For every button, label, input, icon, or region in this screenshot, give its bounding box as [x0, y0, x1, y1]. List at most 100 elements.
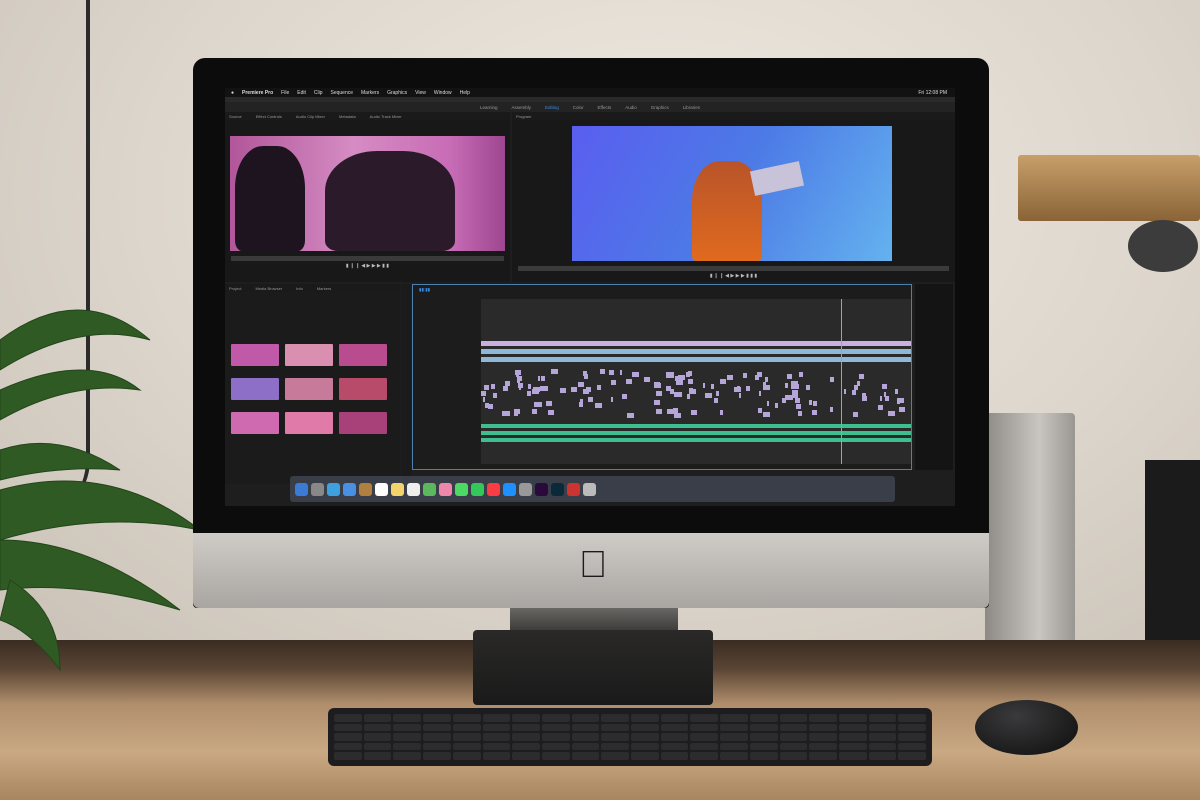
video-clip[interactable] [738, 393, 742, 399]
music-icon[interactable] [487, 482, 500, 496]
clip-thumbnail[interactable] [339, 378, 387, 408]
tab-info[interactable]: Info [296, 286, 303, 291]
program-transport-controls[interactable]: ▮ ❙ ❙ ◀ ▶ ▶ ▶ ▮ ▮ ▮ [512, 273, 955, 279]
video-clip[interactable] [665, 372, 674, 378]
video-clip[interactable] [586, 387, 592, 393]
video-clip[interactable] [686, 371, 691, 377]
video-clip[interactable] [533, 386, 540, 392]
video-clip[interactable] [488, 404, 493, 410]
video-clip[interactable] [765, 376, 769, 382]
source-transport-controls[interactable]: ▮ ❙ ❙ ◀ ▶ ▶ ▶ ▮ ▮ [225, 263, 510, 269]
menu-file[interactable]: File [281, 90, 289, 96]
video-clip[interactable] [755, 375, 759, 381]
video-clip[interactable] [493, 393, 497, 399]
video-clip[interactable] [655, 391, 662, 397]
video-clip[interactable] [805, 384, 810, 390]
video-clip[interactable] [887, 410, 895, 416]
video-clip[interactable] [619, 370, 623, 376]
app-store-icon[interactable] [503, 482, 516, 496]
video-clip[interactable] [852, 390, 856, 396]
video-clip[interactable] [716, 390, 720, 396]
video-clip[interactable] [898, 407, 906, 413]
video-clip[interactable] [743, 372, 748, 378]
workspace-graphics[interactable]: Graphics [651, 105, 669, 110]
finder-icon[interactable] [295, 482, 308, 496]
menu-markers[interactable]: Markers [361, 90, 379, 96]
video-clip[interactable] [491, 383, 496, 389]
video-clip[interactable] [785, 395, 793, 401]
video-clip[interactable] [483, 385, 490, 391]
facetime-icon[interactable] [471, 482, 484, 496]
tab-markers[interactable]: Markers [317, 286, 331, 291]
video-clip[interactable] [879, 395, 883, 401]
video-clip[interactable] [758, 408, 762, 414]
menu-help[interactable]: Help [460, 90, 470, 96]
video-clip[interactable] [862, 395, 867, 401]
video-clip[interactable] [528, 383, 531, 389]
audio-clip[interactable] [481, 424, 911, 428]
video-clip[interactable] [545, 400, 553, 406]
video-clip[interactable] [584, 374, 588, 380]
lightroom-icon[interactable] [551, 482, 564, 496]
video-clip[interactable] [710, 383, 714, 389]
menu-sequence[interactable]: Sequence [330, 90, 353, 96]
workspace-editing[interactable]: Editing [545, 105, 559, 110]
system-preferences-icon[interactable] [519, 482, 532, 496]
video-clip[interactable] [600, 369, 605, 374]
video-clip[interactable] [775, 403, 778, 409]
video-clip[interactable] [481, 341, 911, 346]
clip-thumbnail[interactable] [231, 344, 279, 374]
video-clip[interactable] [667, 408, 674, 414]
notes-icon[interactable] [391, 482, 404, 496]
video-clip[interactable] [690, 409, 697, 415]
tab-audio-track-mixer[interactable]: Audio Track Mixer [370, 114, 402, 119]
video-clip[interactable] [763, 385, 770, 391]
playhead[interactable] [841, 299, 842, 464]
video-clip[interactable] [502, 411, 510, 417]
video-clip[interactable] [794, 397, 801, 403]
video-clip[interactable] [737, 386, 740, 392]
video-clip[interactable] [547, 410, 554, 416]
workspace-libraries[interactable]: Libraries [683, 105, 700, 110]
video-clip[interactable] [689, 388, 696, 394]
menu-clip[interactable]: Clip [314, 90, 323, 96]
video-clip[interactable] [596, 384, 601, 390]
video-clip[interactable] [654, 383, 662, 389]
menu-view[interactable]: View [415, 90, 426, 96]
video-clip[interactable] [540, 386, 548, 391]
video-clip[interactable] [854, 384, 858, 390]
video-clip[interactable] [578, 402, 583, 408]
video-clip[interactable] [798, 372, 804, 377]
video-clip[interactable] [644, 377, 651, 383]
video-clip[interactable] [654, 399, 661, 405]
video-clip[interactable] [857, 380, 860, 386]
workspace-learning[interactable]: Learning [480, 105, 498, 110]
clip-thumbnail[interactable] [339, 344, 387, 374]
mail-icon[interactable] [343, 482, 356, 496]
tab-project[interactable]: Project [229, 286, 241, 291]
video-clip[interactable] [610, 379, 616, 385]
video-clip[interactable] [829, 377, 834, 383]
photo-booth-icon[interactable] [567, 482, 580, 496]
video-clip[interactable] [531, 409, 538, 415]
video-clip[interactable] [502, 385, 508, 391]
video-clip[interactable] [577, 382, 585, 388]
video-clip[interactable] [791, 384, 799, 390]
video-clip[interactable] [808, 400, 812, 406]
tab-effect-controls[interactable]: Effect Controls [256, 114, 282, 119]
tab-source[interactable]: Source [229, 114, 242, 119]
video-clip[interactable] [481, 349, 911, 354]
audio-clip[interactable] [481, 438, 911, 442]
video-clip[interactable] [882, 383, 887, 389]
workspace-effects[interactable]: Effects [598, 105, 612, 110]
menu-graphics[interactable]: Graphics [387, 90, 407, 96]
video-clip[interactable] [514, 410, 518, 416]
clip-thumbnail[interactable] [285, 412, 333, 442]
reminders-icon[interactable] [407, 482, 420, 496]
video-clip[interactable] [878, 405, 883, 411]
menu-edit[interactable]: Edit [297, 90, 306, 96]
video-clip[interactable] [665, 385, 671, 391]
video-clip[interactable] [541, 375, 546, 381]
video-clip[interactable] [481, 390, 486, 396]
video-clip[interactable] [797, 410, 803, 416]
